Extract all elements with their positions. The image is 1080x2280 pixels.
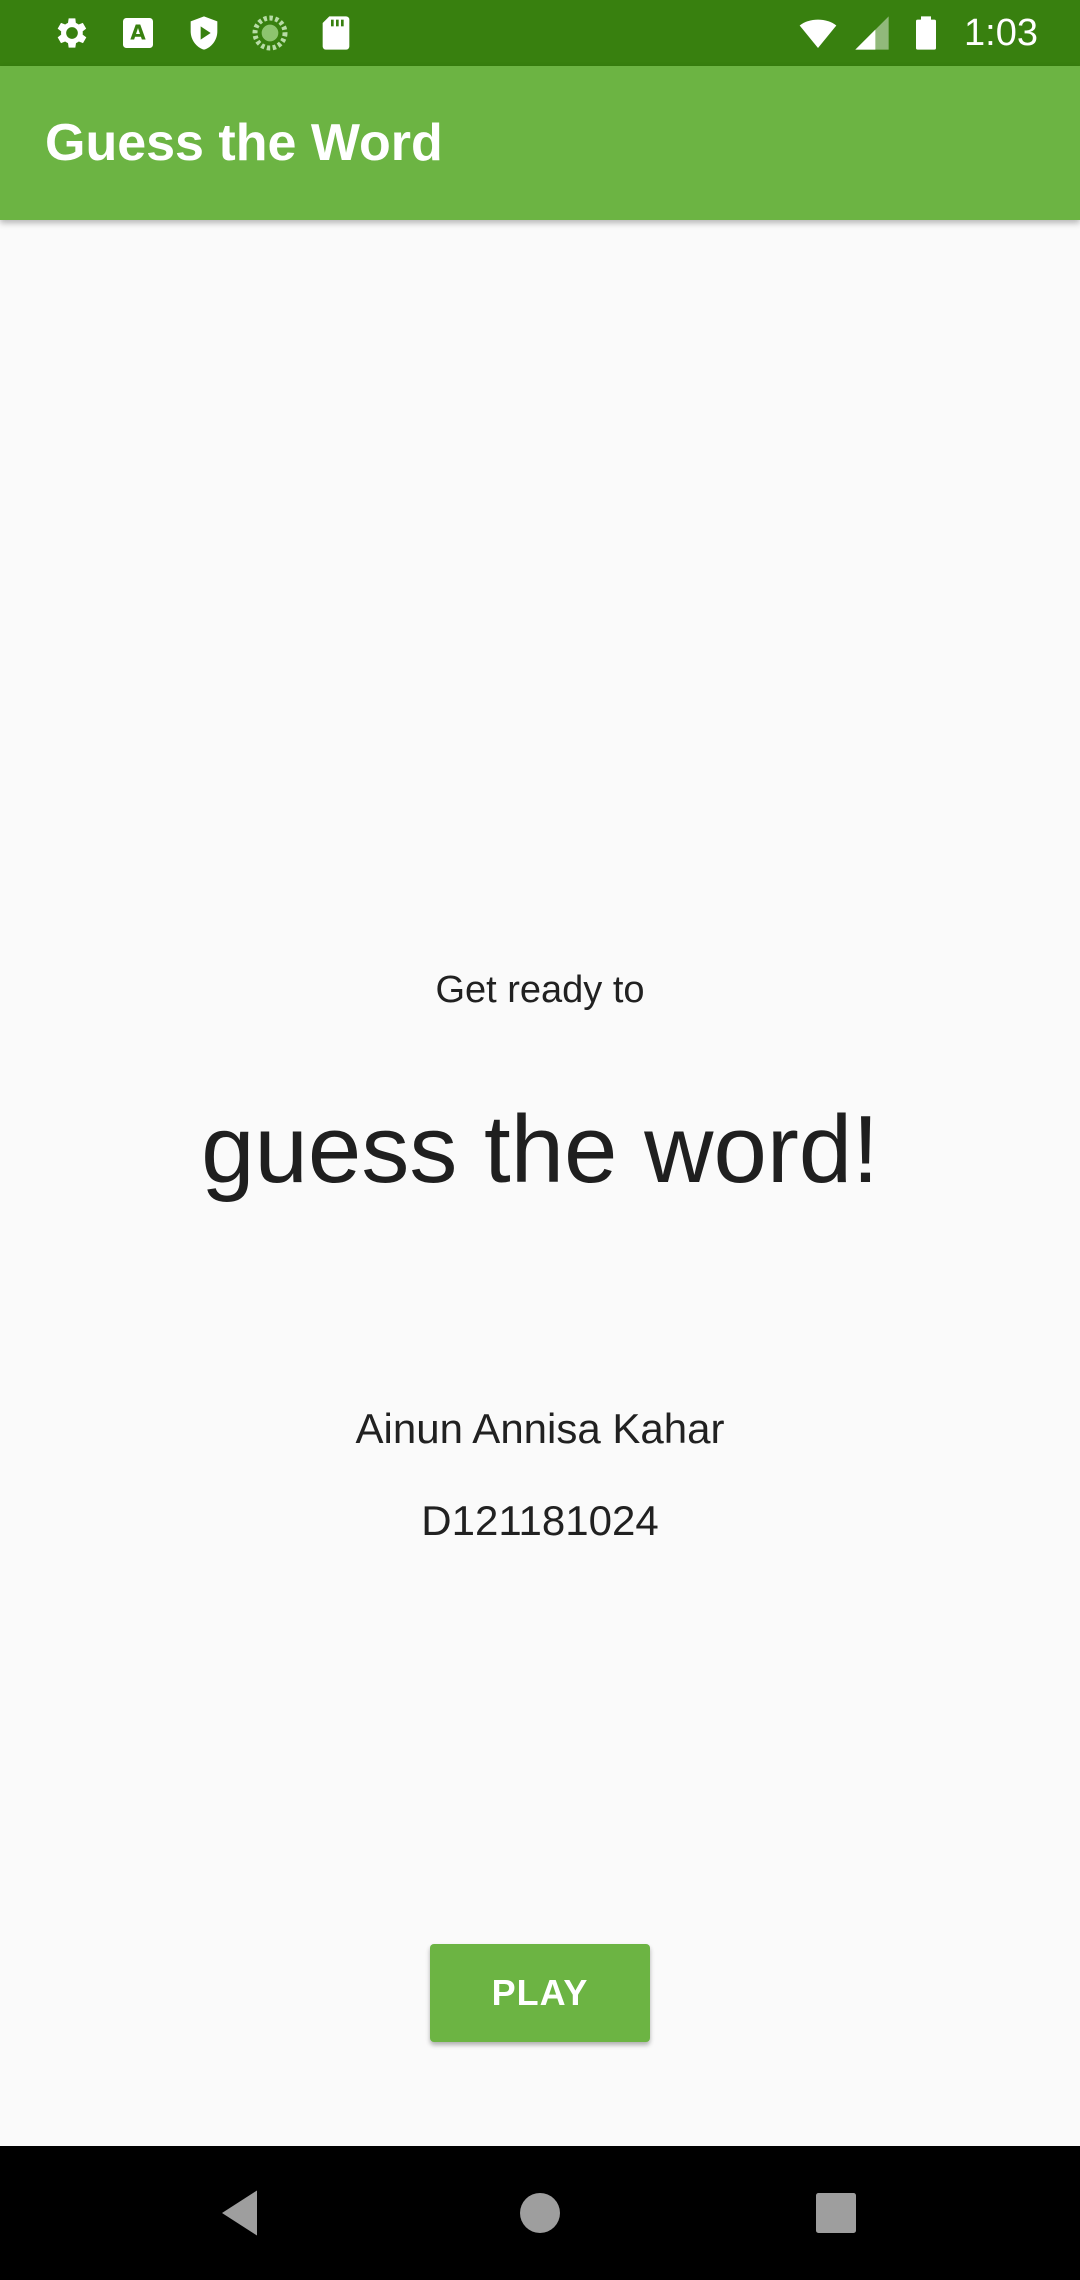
app-title: Guess the Word: [45, 114, 443, 172]
headline-text: guess the word!: [201, 1096, 879, 1203]
author-name: Ainun Annisa Kahar: [355, 1405, 725, 1452]
sync-circle-icon: [252, 15, 288, 51]
home-circle-icon[interactable]: [510, 2183, 570, 2243]
status-bar: A 1:03: [0, 0, 1080, 66]
settings-gear-icon: [57, 18, 87, 48]
status-time: 1:03: [964, 12, 1038, 54]
app-bar: Guess the Word: [0, 66, 1080, 220]
title-screen: Get ready to guess the word! Ainun Annis…: [0, 220, 1080, 2146]
wifi-icon: [799, 19, 837, 48]
cell-signal-icon: [855, 16, 889, 50]
svg-text:A: A: [130, 21, 146, 45]
navigation-bar: [0, 2146, 1080, 2280]
recents-square-icon[interactable]: [806, 2183, 866, 2243]
play-button[interactable]: PLAY: [430, 1944, 650, 2042]
intro-text: Get ready to: [435, 969, 645, 1011]
back-triangle-icon[interactable]: [212, 2183, 272, 2243]
battery-icon: [916, 16, 936, 50]
sd-card-icon: [322, 16, 350, 50]
text-a-icon: A: [123, 18, 153, 48]
author-id: D121181024: [421, 1497, 659, 1544]
shield-play-icon: [190, 16, 218, 50]
